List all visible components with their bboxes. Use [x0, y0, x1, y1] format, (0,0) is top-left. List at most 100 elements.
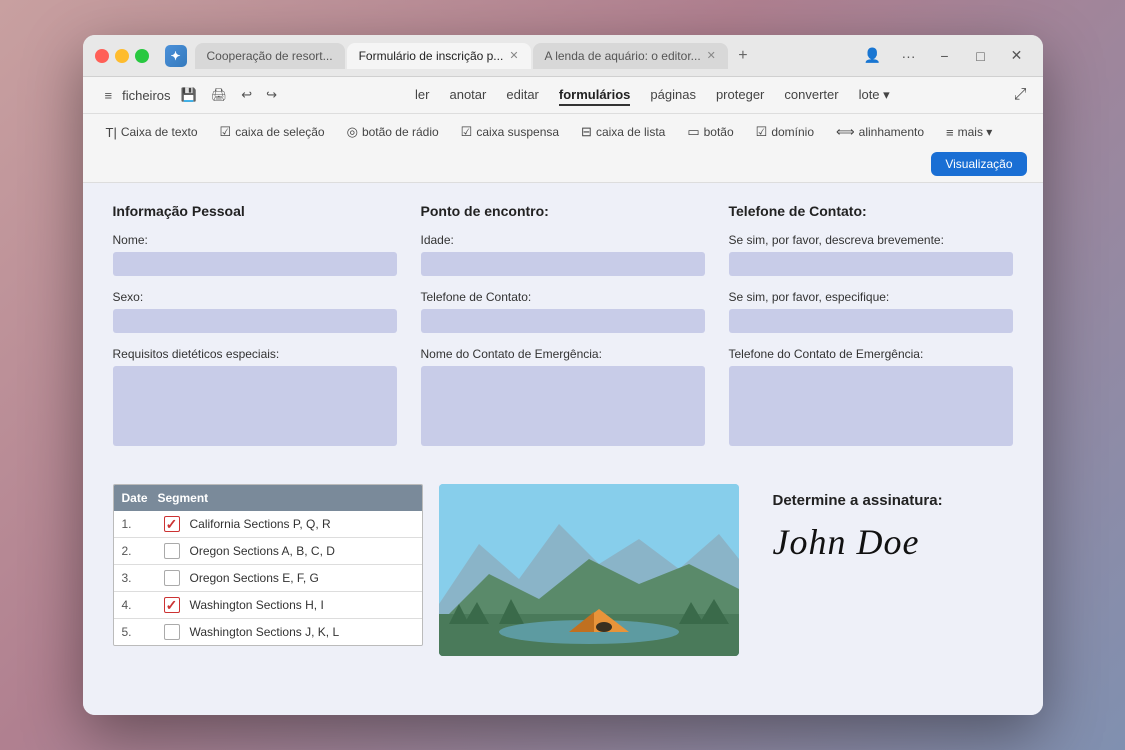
print-icon-button[interactable]: 🖨	[205, 83, 234, 107]
emergency-phone-field-group: Telefone do Contato de Emergência:	[729, 347, 1013, 446]
dietary-input[interactable]	[113, 366, 397, 446]
ficheiros-menu[interactable]: ficheiros	[122, 86, 170, 105]
tool-caixa-selecao[interactable]: ☑ caixa de seleção	[213, 120, 332, 144]
emergency-phone-input[interactable]	[729, 366, 1013, 446]
row-3-text: Oregon Sections E, F, G	[190, 571, 414, 585]
tab-3-close[interactable]: ✕	[707, 49, 716, 62]
tool-label-dominio: domínio	[771, 125, 814, 139]
window-minimize-button[interactable]: −	[931, 42, 959, 70]
main-content: Informação Pessoal Nome: Sexo: Requisito…	[83, 183, 1043, 715]
tab-3[interactable]: A lenda de aquário: o editor... ✕	[533, 43, 728, 69]
gender-label: Sexo:	[113, 290, 397, 304]
dietary-label: Requisitos dietéticos especiais:	[113, 347, 397, 361]
button-icon: ▭	[687, 124, 699, 140]
add-tab-button[interactable]: +	[730, 43, 756, 69]
tool-caixa-de-texto[interactable]: T| Caixa de texto	[99, 121, 205, 144]
tool-radio[interactable]: ◎ botão de rádio	[340, 120, 446, 144]
tool-label-botao: botão	[704, 125, 734, 139]
tool-label-caixa-texto: Caixa de texto	[121, 125, 198, 139]
row-4-checkbox[interactable]: ✓	[164, 597, 180, 613]
tool-caixa-lista[interactable]: ⊟ caixa de lista	[574, 120, 672, 144]
row-4-num: 4.	[122, 598, 158, 612]
phone-input[interactable]	[421, 309, 705, 333]
menu-proteger[interactable]: proteger	[716, 85, 764, 106]
row-3-checkbox[interactable]	[164, 570, 180, 586]
text-box-icon: T|	[106, 125, 117, 140]
specify-field-group: Se sim, por favor, especifique:	[729, 290, 1013, 333]
row-4-text: Washington Sections H, I	[190, 598, 414, 612]
window-close-button[interactable]: ✕	[1003, 42, 1031, 70]
contact-phone-section: Telefone de Contato: Se sim, por favor, …	[729, 203, 1013, 460]
app-icon: ✦	[165, 45, 187, 67]
landscape-svg	[439, 484, 739, 656]
maximize-button[interactable]	[135, 49, 149, 63]
menu-formularios[interactable]: formulários	[559, 85, 631, 106]
row-2-text: Oregon Sections A, B, C, D	[190, 544, 414, 558]
specify-input[interactable]	[729, 309, 1013, 333]
name-input[interactable]	[113, 252, 397, 276]
tool-botao[interactable]: ▭ botão	[680, 120, 740, 144]
age-input[interactable]	[421, 252, 705, 276]
meeting-point-section: Ponto de encontro: Idade: Telefone de Co…	[421, 203, 705, 460]
row-1-checkbox[interactable]: ✓	[164, 516, 180, 532]
emergency-phone-label: Telefone do Contato de Emergência:	[729, 347, 1013, 361]
save-icon-button[interactable]: 💾	[175, 83, 203, 107]
row-5-checkbox[interactable]	[164, 624, 180, 640]
domain-icon: ☑	[756, 124, 768, 140]
name-label: Nome:	[113, 233, 397, 247]
row-2-num: 2.	[122, 544, 158, 558]
redo-button[interactable]: ↪	[260, 83, 283, 107]
specify-label: Se sim, por favor, especifique:	[729, 290, 1013, 304]
row-1-text: California Sections P, Q, R	[190, 517, 414, 531]
tabs-bar: Cooperação de resort... Formulário de in…	[195, 43, 851, 69]
preview-button[interactable]: Visualização	[931, 152, 1026, 176]
menu-paginas[interactable]: páginas	[650, 85, 696, 106]
tab-1-label: Cooperação de resort...	[207, 49, 333, 63]
tool-label-lista: caixa de lista	[596, 125, 665, 139]
menu-converter[interactable]: converter	[784, 85, 838, 106]
menu-lote[interactable]: lote ▾	[859, 85, 890, 106]
describe-input[interactable]	[729, 252, 1013, 276]
header-segment: Segment	[158, 491, 414, 505]
tool-dominio[interactable]: ☑ domínio	[749, 120, 821, 144]
checkmark-icon: ✓	[166, 516, 178, 533]
menu-ler[interactable]: ler	[415, 85, 429, 106]
table-row: 2. Oregon Sections A, B, C, D	[114, 538, 422, 565]
tool-label-suspensa: caixa suspensa	[476, 125, 559, 139]
undo-button[interactable]: ↩	[235, 83, 258, 107]
main-menu-bar: ler anotar editar formulários páginas pr…	[295, 85, 1010, 106]
row-2-checkbox[interactable]	[164, 543, 180, 559]
menu-editar[interactable]: editar	[506, 85, 539, 106]
table-row: 3. Oregon Sections E, F, G	[114, 565, 422, 592]
tool-caixa-suspensa[interactable]: ☑ caixa suspensa	[454, 120, 566, 144]
toolbar-nav-group: 💾 🖨 ↩ ↪	[175, 83, 284, 107]
menu-toolbar: ≡ ficheiros 💾 🖨 ↩ ↪ ler anotar editar fo…	[83, 77, 1043, 114]
close-button[interactable]	[95, 49, 109, 63]
minimize-button[interactable]	[115, 49, 129, 63]
dropdown-icon: ☑	[461, 124, 473, 140]
signature-section: Determine a assinatura: John Doe	[765, 484, 1013, 572]
hamburger-menu-button[interactable]: ≡	[99, 84, 119, 107]
tool-label-radio: botão de rádio	[362, 125, 439, 139]
tab-2[interactable]: Formulário de inscrição p... ✕	[347, 43, 531, 69]
tab-1[interactable]: Cooperação de resort...	[195, 43, 345, 69]
bottom-section: Date Segment 1. ✓ California Sections P,…	[113, 484, 1013, 656]
more-options-button[interactable]: ···	[895, 42, 923, 70]
tool-alinhamento[interactable]: ⟺ alinhamento	[829, 120, 931, 144]
gender-input[interactable]	[113, 309, 397, 333]
tool-mais[interactable]: ≡ mais ▾	[939, 121, 999, 144]
emergency-name-label: Nome do Contato de Emergência:	[421, 347, 705, 361]
segments-table: Date Segment 1. ✓ California Sections P,…	[113, 484, 423, 646]
profile-button[interactable]: 👤	[859, 42, 887, 70]
align-icon: ⟺	[836, 124, 855, 140]
tab-2-label: Formulário de inscrição p...	[359, 49, 504, 63]
row-3-num: 3.	[122, 571, 158, 585]
tab-2-close[interactable]: ✕	[509, 49, 518, 62]
window-controls	[95, 49, 149, 63]
tab-3-label: A lenda de aquário: o editor...	[545, 49, 701, 63]
menu-anotar[interactable]: anotar	[449, 85, 486, 106]
external-link-icon[interactable]: ⤢	[1014, 86, 1027, 104]
emergency-name-input[interactable]	[421, 366, 705, 446]
window-restore-button[interactable]: □	[967, 42, 995, 70]
checkmark-icon: ✓	[166, 597, 178, 614]
